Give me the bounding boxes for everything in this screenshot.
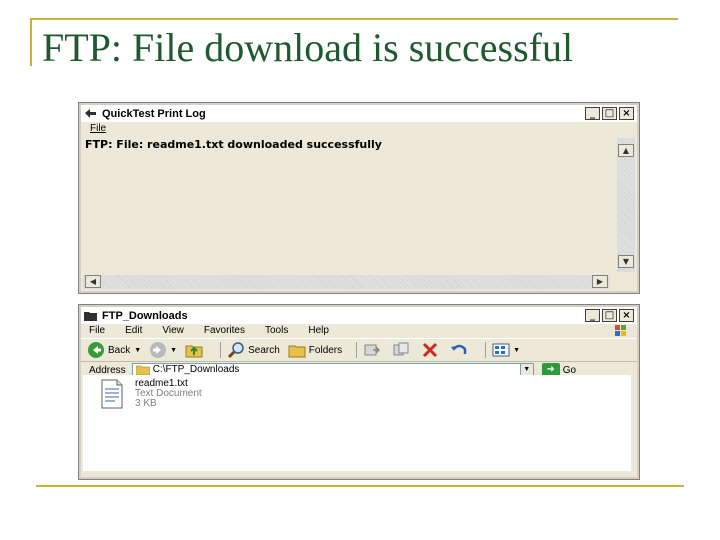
delete-icon <box>423 342 438 358</box>
file-list-pane: readme1.txt Text Document 3 KB <box>83 375 631 471</box>
search-label: Search <box>248 344 280 356</box>
horizontal-scrollbar[interactable]: ◀ ▶ <box>83 275 610 289</box>
toolbar-separator <box>220 342 222 358</box>
move-to-icon <box>364 344 381 356</box>
toolbar-separator <box>485 342 487 358</box>
views-dropdown-icon[interactable]: ▼ <box>513 347 520 354</box>
explorer-toolbar: Back ▼ ▼ Search Folders ▼ <box>81 338 637 362</box>
forward-button[interactable]: ▼ <box>149 341 177 359</box>
vertical-scrollbar[interactable]: ▲ ▼ <box>617 138 635 272</box>
maximize-button[interactable]: □ <box>602 309 617 322</box>
folder-icon <box>84 312 97 321</box>
log-line: FTP: File: readme1.txt downloaded succes… <box>85 138 382 151</box>
menu-file[interactable]: File <box>89 324 105 338</box>
forward-arrow-icon <box>150 342 167 358</box>
copy-to-icon <box>393 342 409 356</box>
explorer-window: FTP_Downloads _ □ × File Edit View Favor… <box>79 305 639 479</box>
text-document-icon <box>101 379 123 409</box>
views-button[interactable]: ▼ <box>492 341 520 359</box>
move-to-button[interactable] <box>363 341 384 359</box>
address-label: Address <box>89 364 126 376</box>
slide-frame-left <box>30 18 32 66</box>
back-dropdown-icon[interactable]: ▼ <box>134 347 141 354</box>
forward-dropdown-icon[interactable]: ▼ <box>170 347 177 354</box>
folders-button[interactable]: Folders <box>288 341 342 359</box>
folder-icon <box>135 365 150 375</box>
back-arrow-icon <box>88 342 104 358</box>
scroll-left-icon[interactable]: ◀ <box>85 275 101 288</box>
maximize-button[interactable]: □ <box>602 107 617 120</box>
menu-view[interactable]: View <box>162 324 184 338</box>
menu-tools[interactable]: Tools <box>265 324 288 338</box>
menu-file[interactable]: File <box>90 123 106 134</box>
undo-icon <box>451 344 467 354</box>
minimize-button[interactable]: _ <box>585 107 600 120</box>
file-item[interactable]: readme1.txt Text Document 3 KB <box>99 379 202 409</box>
explorer-titlebar[interactable]: FTP_Downloads _ □ × <box>81 307 637 324</box>
slide-title: FTP: File download is successful <box>42 25 574 70</box>
undo-button[interactable] <box>450 341 471 359</box>
close-button[interactable]: × <box>619 309 634 322</box>
folders-label: Folders <box>308 344 343 356</box>
print-log-content: FTP: File: readme1.txt downloaded succes… <box>83 138 610 272</box>
scroll-up-icon[interactable]: ▲ <box>618 144 634 157</box>
folders-icon <box>288 345 306 358</box>
slide-frame-top <box>30 18 678 20</box>
menu-edit[interactable]: Edit <box>125 324 142 338</box>
delete-button[interactable] <box>421 341 442 359</box>
back-label: Back <box>108 344 131 356</box>
toolbar-separator <box>356 342 358 358</box>
minimize-button[interactable]: _ <box>585 309 600 322</box>
close-button[interactable]: × <box>619 107 634 120</box>
quicktest-app-icon <box>85 109 96 118</box>
menu-favorites[interactable]: Favorites <box>204 324 245 338</box>
back-button[interactable]: Back ▼ <box>87 341 141 359</box>
up-folder-button[interactable] <box>185 341 206 359</box>
go-label: Go <box>562 364 577 376</box>
folder-up-icon <box>185 345 203 358</box>
copy-to-button[interactable] <box>392 341 413 359</box>
print-log-title: QuickTest Print Log <box>102 107 206 120</box>
search-button[interactable]: Search <box>227 341 280 359</box>
print-log-menubar: File <box>81 122 637 136</box>
scroll-down-icon[interactable]: ▼ <box>618 255 634 268</box>
slide-frame-bottom <box>36 485 684 487</box>
explorer-menubar: File Edit View Favorites Tools Help <box>81 324 637 338</box>
menu-help[interactable]: Help <box>308 324 329 338</box>
views-icon <box>492 343 510 357</box>
file-size: 3 KB <box>135 398 157 409</box>
search-icon <box>228 342 244 359</box>
print-log-titlebar[interactable]: QuickTest Print Log _ □ × <box>81 105 637 122</box>
windows-logo-icon <box>615 325 626 336</box>
explorer-title: FTP_Downloads <box>102 309 188 322</box>
scroll-right-icon[interactable]: ▶ <box>592 275 608 288</box>
print-log-window: QuickTest Print Log _ □ × File FTP: File… <box>79 103 639 293</box>
